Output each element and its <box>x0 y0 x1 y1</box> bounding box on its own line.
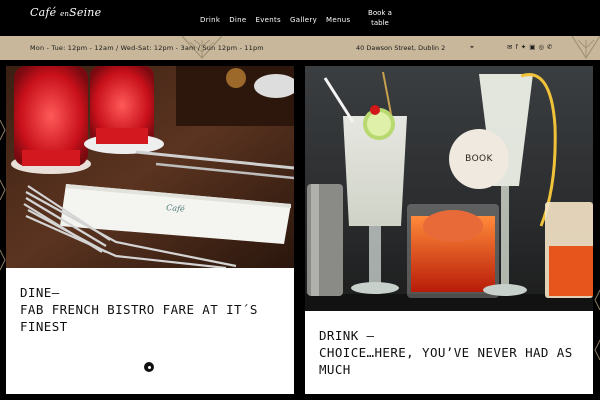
dine-heading: DINE— FAB FRENCH BISTRO FARE AT IT´S FIN… <box>20 284 280 335</box>
phone-icon[interactable]: ✆ <box>547 43 552 51</box>
drink-photo <box>305 66 593 311</box>
nav-link-gallery[interactable]: Gallery <box>290 16 317 24</box>
dine-heading-line1: DINE— <box>20 285 60 300</box>
drink-heading: DRINK — CHOICE…HERE, YOU’VE NEVER HAD AS… <box>319 327 579 378</box>
drink-panel[interactable]: DRINK — CHOICE…HERE, YOU’VE NEVER HAD AS… <box>305 66 593 394</box>
drink-card: DRINK — CHOICE…HERE, YOU’VE NEVER HAD AS… <box>305 311 593 394</box>
dine-photo: Café <box>6 66 294 268</box>
dine-heading-line2: FAB FRENCH BISTRO FARE AT IT´S FINEST <box>20 302 258 334</box>
leaf-ornament-right-icon <box>571 36 600 59</box>
logo-text-main: Café <box>30 6 57 19</box>
leaf-ornament-right-edge-icon <box>594 289 600 361</box>
social-links: ✉ f ✦ ▣ ◎ ✆ <box>507 43 552 51</box>
instagram-icon[interactable]: ▣ <box>529 43 535 51</box>
dine-panel[interactable]: Café DINE— FAB FRENCH BISTRO FARE AT IT´… <box>6 66 294 394</box>
nav-link-drink[interactable]: Drink <box>200 16 220 24</box>
scroll-indicator-dot[interactable] <box>144 362 154 372</box>
address[interactable]: 40 Dawson Street, Dublin 2 <box>356 44 445 52</box>
nav-link-menus[interactable]: Menus <box>326 16 350 24</box>
tripadvisor-icon[interactable]: ◎ <box>538 43 544 51</box>
facebook-icon[interactable]: f <box>515 43 517 51</box>
opening-hours: Mon - Tue: 12pm - 12am / Wed-Sat: 12pm -… <box>30 44 264 52</box>
book-a-table-link[interactable]: Book a table <box>365 8 395 28</box>
nav-link-events[interactable]: Events <box>255 16 281 24</box>
twitter-icon[interactable]: ✦ <box>521 43 526 51</box>
drink-heading-line1: DRINK — <box>319 328 375 343</box>
drink-heading-line2: CHOICE…HERE, YOU’VE NEVER HAD AS MUCH <box>319 345 573 377</box>
top-navigation-bar: Café enSeine Drink Dine Events Gallery M… <box>0 0 600 36</box>
logo-text-small: en <box>60 10 70 18</box>
mail-icon[interactable]: ✉ <box>507 43 512 51</box>
map-pin-icon[interactable]: ⌖ <box>470 43 474 52</box>
main-nav: Drink Dine Events Gallery Menus <box>200 16 359 24</box>
dine-card: DINE— FAB FRENCH BISTRO FARE AT IT´S FIN… <box>6 268 294 394</box>
logo-text-tail: Seine <box>69 6 102 19</box>
svg-text:Café: Café <box>166 203 186 214</box>
site-logo[interactable]: Café enSeine <box>30 6 101 19</box>
nav-link-dine[interactable]: Dine <box>229 16 246 24</box>
info-bar: Mon - Tue: 12pm - 12am / Wed-Sat: 12pm -… <box>0 36 600 60</box>
book-button[interactable]: BOOK <box>449 129 509 189</box>
